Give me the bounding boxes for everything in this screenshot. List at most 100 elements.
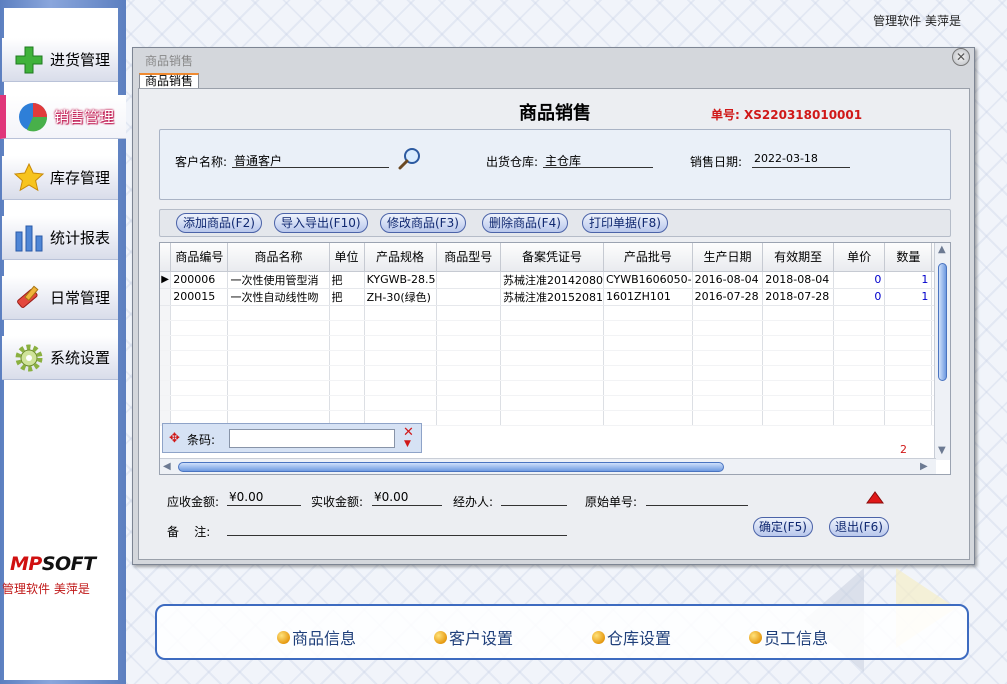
table-cell[interactable]: ZH-30(绿色): [364, 288, 437, 306]
table-cell[interactable]: 2018-07-28: [762, 288, 834, 306]
link-label: 仓库设置: [607, 629, 672, 648]
column-header[interactable]: 商品编号: [170, 243, 229, 272]
table-row-empty: [160, 335, 950, 351]
column-header[interactable]: 产品批号: [603, 243, 693, 272]
search-icon[interactable]: [398, 147, 422, 174]
table-cell[interactable]: 0: [833, 271, 886, 289]
column-header[interactable]: 商品名称: [227, 243, 330, 272]
table-cell[interactable]: [436, 288, 502, 306]
sidebar-item-label: 进货管理: [50, 51, 111, 69]
table-cell[interactable]: 一次性自动线性吻: [227, 288, 330, 306]
confirm-button[interactable]: 确定(F5): [753, 517, 813, 537]
received-label: 实收金额:: [311, 495, 364, 509]
sidebar-item-sales[interactable]: 销售管理: [0, 95, 126, 139]
barcode-input[interactable]: [229, 429, 395, 448]
edit-product-button[interactable]: 修改商品(F3): [380, 213, 466, 233]
scroll-down-icon[interactable]: ▼: [938, 445, 946, 456]
staff-info-link[interactable]: 员工信息: [749, 625, 828, 649]
move-icon[interactable]: ✥: [169, 431, 180, 446]
page-title: 商品销售: [519, 103, 591, 124]
received-field[interactable]: ¥0.00: [372, 490, 442, 506]
tab-sales[interactable]: 商品销售: [139, 73, 200, 89]
handler-field[interactable]: [501, 490, 567, 506]
table-cell[interactable]: 2018-08-04: [762, 271, 834, 289]
column-header[interactable]: 产品规格: [364, 243, 437, 272]
column-header[interactable]: 备案凭证号: [500, 243, 605, 272]
table-cell[interactable]: 把: [329, 288, 365, 306]
original-number-label: 原始单号:: [585, 495, 638, 509]
sidebar-item-label: 系统设置: [50, 349, 111, 367]
horizontal-scroll-thumb[interactable]: [178, 462, 724, 472]
exit-button[interactable]: 退出(F6): [829, 517, 889, 537]
warehouse-field[interactable]: 主仓库: [543, 152, 653, 168]
order-number-label: 单号:: [711, 108, 740, 122]
link-label: 商品信息: [292, 629, 357, 648]
column-header[interactable]: 商品型号: [436, 243, 502, 272]
plus-icon: [12, 43, 46, 77]
table-cell[interactable]: [436, 271, 502, 289]
table-cell[interactable]: 苏械注准20142080: [500, 271, 605, 289]
barcode-label: 条码:: [187, 433, 216, 447]
table-cell[interactable]: 2016-08-04: [692, 271, 764, 289]
bar-chart-icon: [12, 221, 46, 255]
customer-settings-link[interactable]: 客户设置: [434, 625, 513, 649]
table-cell[interactable]: 0: [833, 288, 886, 306]
column-header[interactable]: 生产日期: [692, 243, 764, 272]
table-cell[interactable]: 苏械注准20152081: [500, 288, 605, 306]
table-cell[interactable]: 200006: [170, 271, 229, 289]
quick-links-bar: 商品信息 客户设置 仓库设置 员工信息: [155, 604, 969, 660]
star-icon: [12, 161, 46, 195]
bullet-icon: [749, 630, 762, 644]
sidebar-item-label: 库存管理: [50, 169, 111, 187]
sidebar-item-daily[interactable]: 日常管理: [2, 276, 118, 320]
sidebar-item-reports[interactable]: 统计报表: [2, 216, 118, 260]
column-header[interactable]: 有效期至: [762, 243, 834, 272]
sidebar-item-inventory[interactable]: 库存管理: [2, 156, 118, 200]
total-quantity: 2: [900, 443, 907, 456]
table-cell[interactable]: 1: [884, 271, 933, 289]
customer-field[interactable]: 普通客户: [232, 152, 389, 168]
close-icon[interactable]: ✕: [952, 48, 970, 66]
table-cell[interactable]: 2016-07-28: [692, 288, 764, 306]
column-header[interactable]: 单价: [833, 243, 886, 272]
table-row[interactable]: 200015 一次性自动线性吻 把 ZH-30(绿色) 苏械注准20152081…: [160, 288, 950, 306]
top-right-text: 管理软件 美萍是: [873, 14, 961, 28]
column-header[interactable]: 单位: [329, 243, 365, 272]
arrow-up-icon[interactable]: [866, 490, 884, 507]
remark-label: 备 注:: [167, 525, 211, 539]
horizontal-scrollbar[interactable]: ◀ ▶: [160, 458, 936, 474]
table-cell[interactable]: KYGWB-28.5: [364, 271, 437, 289]
table-row-empty: [160, 380, 950, 396]
sidebar-item-settings[interactable]: 系统设置: [2, 336, 118, 380]
receivable-field[interactable]: ¥0.00: [227, 490, 301, 506]
date-field[interactable]: 2022-03-18: [752, 152, 850, 168]
warehouse-settings-link[interactable]: 仓库设置: [592, 625, 671, 649]
scroll-up-icon[interactable]: ▲: [938, 244, 946, 255]
delete-product-button[interactable]: 删除商品(F4): [482, 213, 568, 233]
chevron-down-icon[interactable]: ▼: [404, 439, 411, 449]
table-cell[interactable]: 一次性使用管型消: [227, 271, 330, 289]
table-cell[interactable]: 1601ZH101: [603, 288, 693, 306]
sidebar: 进货管理 销售管理 库存管理 统计报表 日常管理 系统设置 MPSOFT 管理软…: [0, 0, 126, 684]
scroll-left-icon[interactable]: ◀: [163, 461, 171, 472]
logo-right: SOFT: [41, 553, 96, 575]
bullet-icon: [592, 630, 605, 644]
table-cell[interactable]: CYWB1606050-: [603, 271, 693, 289]
print-button[interactable]: 打印单据(F8): [582, 213, 668, 233]
table-row[interactable]: ▶ 200006 一次性使用管型消 把 KYGWB-28.5 苏械注准20142…: [160, 271, 950, 289]
sidebar-item-purchase[interactable]: 进货管理: [2, 38, 118, 82]
vertical-scrollbar[interactable]: ▲ ▼: [934, 243, 950, 460]
product-info-link[interactable]: 商品信息: [277, 625, 356, 649]
column-header[interactable]: 数量: [884, 243, 933, 272]
sales-panel: 商品销售 单号: XS220318010001 客户名称: 普通客户 出货仓库:…: [138, 88, 970, 560]
vertical-scroll-thumb[interactable]: [938, 263, 947, 381]
add-product-button[interactable]: 添加商品(F2): [176, 213, 262, 233]
remark-field[interactable]: [227, 520, 567, 536]
table-cell[interactable]: 1: [884, 288, 933, 306]
table-cell[interactable]: 200015: [170, 288, 229, 306]
table-cell[interactable]: 把: [329, 271, 365, 289]
close-icon[interactable]: ✕: [403, 425, 414, 440]
original-number-field[interactable]: [646, 490, 748, 506]
scroll-right-icon[interactable]: ▶: [920, 461, 928, 472]
import-export-button[interactable]: 导入导出(F10): [274, 213, 368, 233]
